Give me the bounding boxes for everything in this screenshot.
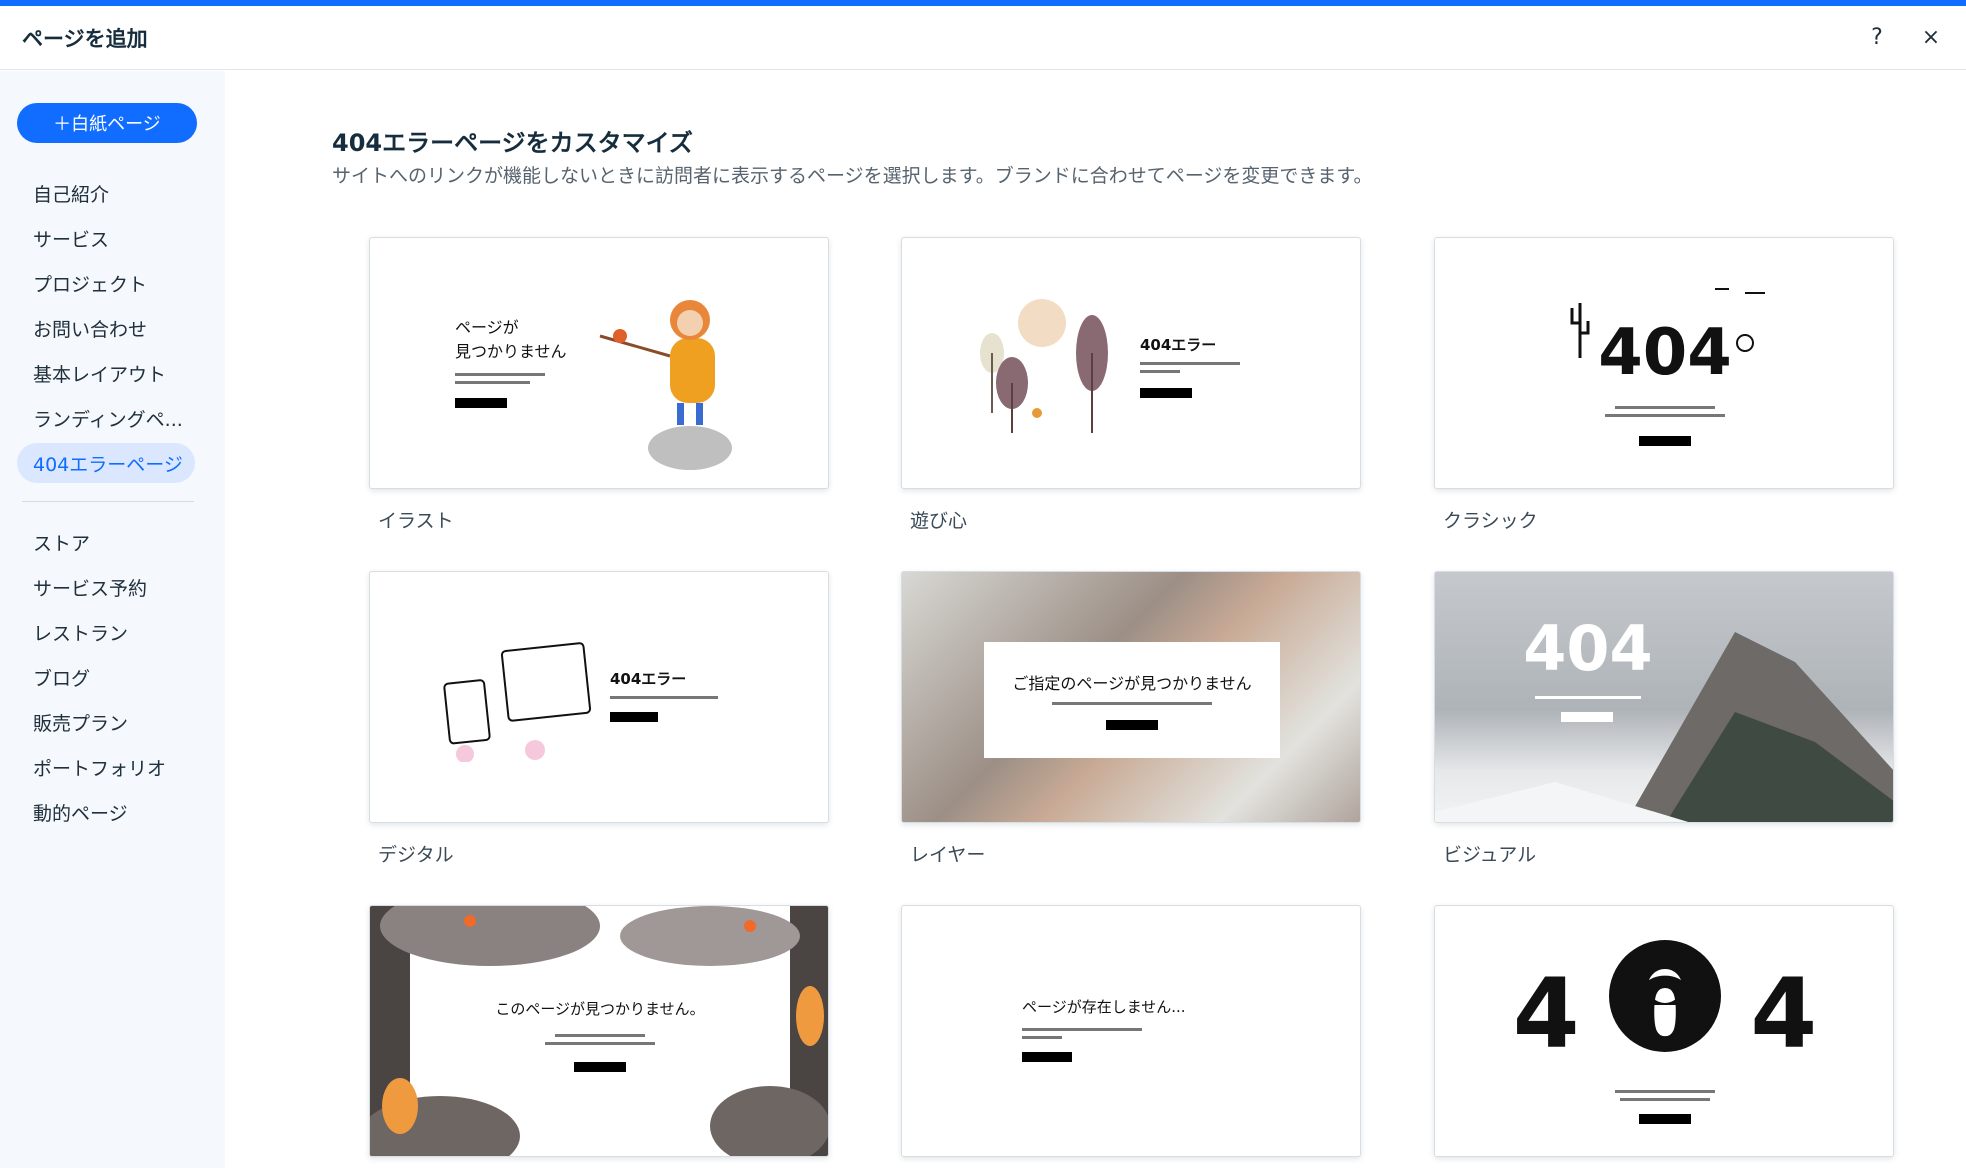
template-thumbnail: 404	[1434, 905, 1894, 1157]
page-subtitle: サイトへのリンクが機能しないときに訪問者に表示するページを選択します。ブランドに…	[332, 165, 1373, 187]
thumb-text-line	[1535, 696, 1641, 699]
template-label: デジタル	[378, 844, 454, 866]
sidebar-item-store[interactable]: ストア	[0, 520, 225, 565]
close-icon[interactable]: ×	[1918, 25, 1944, 50]
thumb-text-line	[610, 696, 718, 699]
template-card-illustration[interactable]: ページが 見つかりません イラスト	[369, 237, 829, 533]
thumb-heading: このページが見つかりません。	[495, 1000, 705, 1018]
template-thumbnail: このページが見つかりません。	[369, 905, 829, 1157]
thumb-text-line	[1620, 1098, 1710, 1101]
template-thumbnail: 404エラー	[369, 571, 829, 823]
dialog-header: ページを追加 ? ×	[0, 6, 1966, 70]
thumb-text-line	[1615, 1090, 1715, 1093]
thumb-home-button	[455, 398, 507, 408]
template-label: 遊び心	[910, 510, 968, 532]
thumb-heading: 404エラー	[610, 670, 687, 688]
template-card-visual[interactable]: 404 ビジュアル	[1434, 571, 1894, 867]
sidebar-nav: 自己紹介 サービス プロジェクト お問い合わせ 基本レイアウト ランディングペ.…	[0, 171, 225, 835]
thumb-home-button	[610, 712, 658, 722]
sidebar-item-booking[interactable]: サービス予約	[0, 565, 225, 610]
thumb-home-button	[574, 1062, 626, 1072]
template-label: レイヤー	[910, 844, 986, 866]
template-thumbnail: 404	[1434, 237, 1894, 489]
template-card-forest[interactable]: このページが見つかりません。	[369, 905, 829, 1157]
sidebar-item-portfolio[interactable]: ポートフォリオ	[0, 745, 225, 790]
template-card-layer[interactable]: ご指定のページが見つかりません レイヤー	[901, 571, 1361, 867]
thumb-text-line	[455, 373, 545, 376]
template-thumbnail: ページが存在しません...	[901, 905, 1361, 1157]
thumb-text-line	[455, 381, 530, 384]
sidebar-item-basic-layout[interactable]: 基本レイアウト	[0, 351, 225, 396]
thumb-heading: 404エラー	[1140, 336, 1217, 354]
sidebar: ＋白紙ページ 自己紹介 サービス プロジェクト お問い合わせ 基本レイアウト ラ…	[0, 71, 225, 1168]
sidebar-item-404[interactable]: 404エラーページ	[17, 443, 195, 483]
main-content: 404エラーページをカスタマイズ サイトへのリンクが機能しないときに訪問者に表示…	[225, 71, 1966, 1168]
sidebar-item-dynamic[interactable]: 動的ページ	[0, 790, 225, 835]
thumb-text-line	[1022, 1036, 1062, 1039]
sidebar-item-pricing[interactable]: 販売プラン	[0, 700, 225, 745]
template-label: ビジュアル	[1443, 844, 1537, 866]
thumb-text-line	[1605, 414, 1725, 417]
sidebar-item-services[interactable]: サービス	[0, 216, 225, 261]
thumb-heading: ご指定のページが見つかりません	[1012, 674, 1252, 693]
thumb-text-line	[555, 1034, 645, 1037]
header-actions: ? ×	[1864, 25, 1944, 50]
template-thumbnail: ページが 見つかりません	[369, 237, 829, 489]
thumb-text-line	[1052, 702, 1212, 705]
thumb-overlay-panel	[984, 642, 1280, 758]
template-label: クラシック	[1443, 510, 1538, 532]
template-thumbnail: 404	[1434, 571, 1894, 823]
template-card-astronaut[interactable]: 404	[1434, 905, 1894, 1157]
thumb-home-button	[1639, 436, 1691, 446]
template-card-minimal[interactable]: ページが存在しません...	[901, 905, 1361, 1157]
sad-devices-illustration-icon	[443, 642, 592, 762]
sidebar-item-landing[interactable]: ランディングペ...	[0, 396, 225, 441]
blank-page-button[interactable]: ＋白紙ページ	[17, 103, 197, 143]
thumb-home-button	[1639, 1114, 1691, 1124]
thumb-text-line	[545, 1042, 655, 1045]
thumb-heading: ページが 見つかりません	[455, 318, 567, 361]
thumb-home-button	[1022, 1052, 1072, 1062]
thumb-text-line	[1022, 1028, 1142, 1031]
sidebar-item-blog[interactable]: ブログ	[0, 655, 225, 700]
template-card-classic[interactable]: 404 クラシック	[1434, 237, 1894, 533]
thumb-heading: 404	[1512, 958, 1870, 1070]
thumb-heading: 404	[1598, 316, 1732, 390]
thumb-text-line	[1140, 370, 1180, 373]
help-icon[interactable]: ?	[1864, 25, 1890, 50]
template-label: イラスト	[378, 510, 454, 532]
sidebar-item-restaurant[interactable]: レストラン	[0, 610, 225, 655]
sidebar-item-projects[interactable]: プロジェクト	[0, 261, 225, 306]
trees-illustration-icon	[980, 299, 1108, 433]
thumb-heading: ページが存在しません...	[1022, 998, 1186, 1016]
sidebar-item-contact[interactable]: お問い合わせ	[0, 306, 225, 351]
dialog-title: ページを追加	[22, 26, 148, 51]
sidebar-divider	[22, 501, 194, 502]
template-card-digital[interactable]: 404エラー デジタル	[369, 571, 829, 867]
thumb-text-line	[1140, 362, 1240, 365]
girl-illustration-icon	[599, 300, 732, 470]
thumb-home-button	[1140, 388, 1192, 398]
template-thumbnail: 404エラー	[901, 237, 1361, 489]
forest-illustration-icon	[370, 906, 828, 1156]
page-title: 404エラーページをカスタマイズ	[332, 129, 693, 157]
thumb-home-button	[1106, 720, 1158, 730]
sidebar-item-about[interactable]: 自己紹介	[0, 171, 225, 216]
mountain-illustration-icon	[1435, 632, 1893, 822]
template-thumbnail: ご指定のページが見つかりません	[901, 571, 1361, 823]
thumb-heading: 404	[1523, 612, 1653, 685]
template-card-playful[interactable]: 404エラー 遊び心	[901, 237, 1361, 533]
thumb-home-button	[1561, 712, 1613, 722]
thumb-text-line	[1615, 406, 1715, 409]
